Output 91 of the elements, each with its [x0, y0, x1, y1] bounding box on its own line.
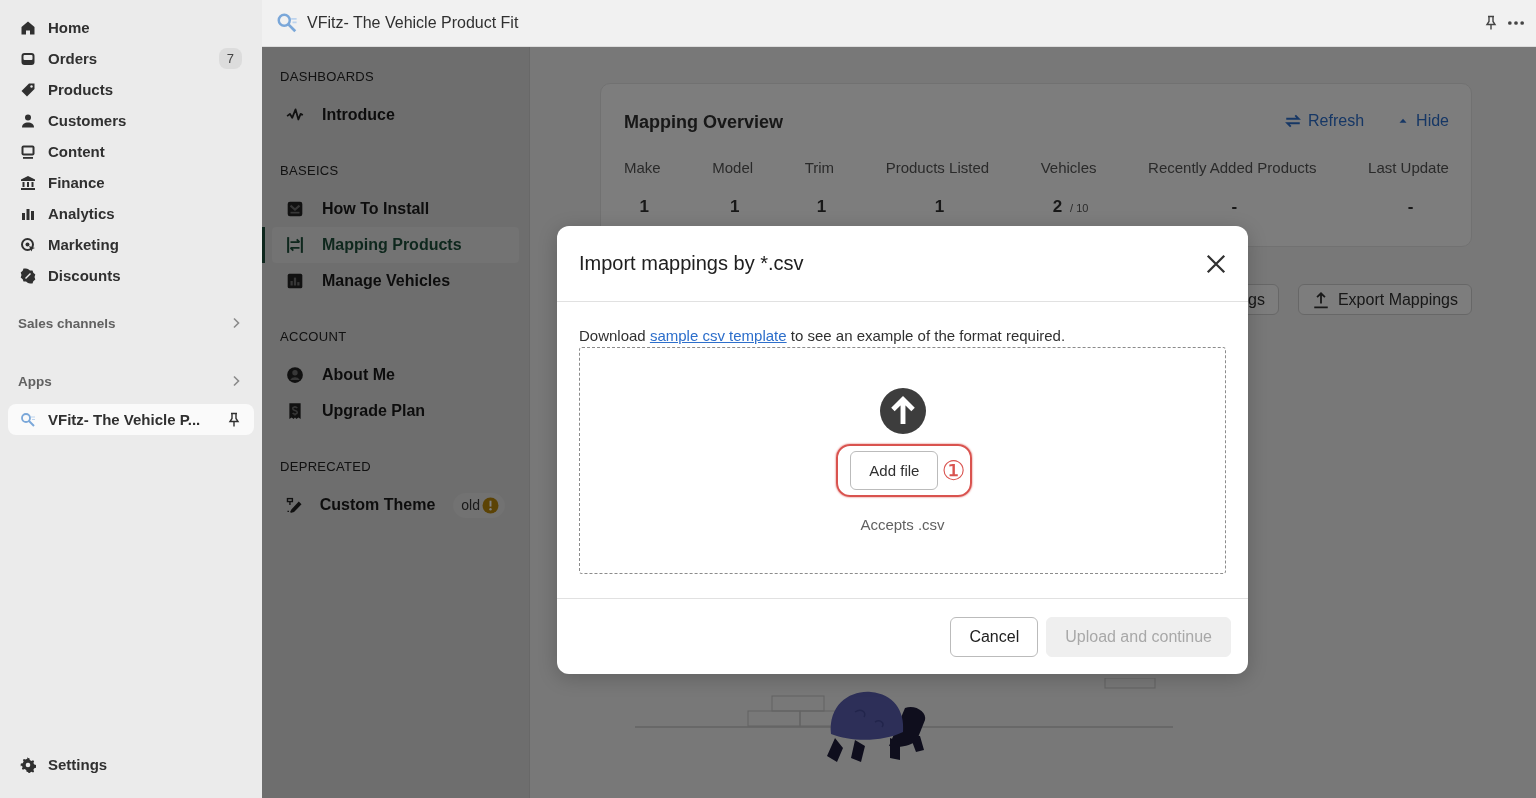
stat-value: 1	[816, 197, 827, 217]
sidebar-item-label: Home	[48, 19, 91, 36]
app-nav-item[interactable]: Custom Theme old	[272, 487, 519, 523]
stat-label: Model	[712, 159, 754, 176]
tray-icon	[20, 50, 36, 67]
stat-label: Products Listed	[885, 159, 990, 176]
sidebar-item[interactable]: Analytics	[8, 198, 254, 229]
stat-value: 1	[639, 197, 650, 217]
app-nav-item[interactable]: About Me	[272, 357, 519, 393]
app-nav-label: Manage Vehicles	[322, 272, 451, 290]
sidebar-item[interactable]: Home	[8, 12, 254, 43]
bank-icon	[20, 174, 36, 191]
tag-icon	[20, 81, 36, 98]
app-nav-item[interactable]: How To Install	[272, 191, 519, 227]
app-nav-label: Introduce	[322, 106, 395, 124]
app-magnifier-icon	[276, 12, 298, 34]
app-nav-item[interactable]: Manage Vehicles	[272, 263, 519, 299]
app-nav-label: Custom Theme	[319, 496, 436, 514]
step-number: ①	[941, 457, 966, 484]
stat-value: 1	[934, 197, 945, 217]
sidebar-item-label: Finance	[48, 174, 106, 191]
stat-label: Make	[624, 159, 661, 176]
inbox-icon	[286, 200, 304, 218]
nav-section-heading: DEPRECATED	[279, 459, 372, 476]
more-icon[interactable]	[1508, 21, 1524, 25]
stat-value: -	[1231, 197, 1238, 217]
add-file-button[interactable]: Add file	[850, 451, 939, 490]
settings-label: Settings	[48, 756, 109, 773]
sidebar-item-label: Customers	[48, 112, 128, 129]
section-heading[interactable]: Apps	[18, 373, 52, 389]
stat-label: Trim	[804, 159, 835, 176]
app-title: VFitz- The Vehicle Product Fit	[307, 14, 520, 32]
app-nav-label: Mapping Products	[322, 236, 462, 254]
instructions-text: Download sample csv template to see an example of the format required.	[579, 327, 1067, 344]
app-name: VFitz- The Vehicle P...	[48, 411, 202, 428]
app-nav-item[interactable]: Introduce	[272, 97, 519, 133]
chart-box-icon	[286, 272, 304, 290]
section-heading[interactable]: Sales channels	[18, 315, 116, 331]
sidebar-item-label: Content	[48, 143, 106, 160]
nav-section-heading: DASHBOARDS	[279, 69, 376, 86]
warning-dot-icon	[482, 496, 499, 514]
sidebar-item[interactable]: Orders 7	[8, 43, 254, 74]
app-nav-label: How To Install	[322, 200, 430, 218]
home-icon	[20, 19, 36, 36]
gear-icon	[20, 756, 36, 773]
stat-label: Recently Added Products	[1148, 159, 1317, 176]
sidebar-item-label: Analytics	[48, 205, 116, 222]
toolbar-button[interactable]: Export Mappings	[1297, 284, 1472, 315]
sidebar-item[interactable]: Finance	[8, 167, 254, 198]
app-nav-label: About Me	[322, 366, 395, 384]
swap-arrows-icon	[286, 236, 304, 254]
settings-item[interactable]: Settings	[8, 749, 254, 780]
stat-limit: / 10	[1070, 202, 1089, 214]
sidebar-item[interactable]: Discounts	[8, 260, 254, 291]
drop-zone[interactable]: Add file ① Accepts .csv	[579, 347, 1226, 574]
person-icon	[20, 112, 36, 129]
sidebar-item-label: Discounts	[48, 267, 122, 284]
stat-value: 2	[1052, 197, 1063, 217]
stat-label: Last Update	[1368, 159, 1449, 176]
sidebar-item[interactable]: Marketing	[8, 229, 254, 260]
sidebar-item-label: Orders	[48, 50, 99, 67]
nav-section-heading: BASEICS	[279, 163, 340, 180]
sidebar-item[interactable]: Content	[8, 136, 254, 167]
stat-label: Vehicles	[1040, 159, 1097, 176]
count-badge: 7	[218, 48, 242, 69]
sidebar-item-label: Products	[48, 81, 114, 98]
app-nav-label: Upgrade Plan	[322, 402, 426, 420]
receipt-dollar-icon	[286, 402, 304, 420]
palette-pencil-icon	[286, 496, 302, 514]
stat-value: -	[1407, 197, 1414, 217]
monitor-icon	[20, 143, 36, 160]
app-nav-item[interactable]: Upgrade Plan	[272, 393, 519, 429]
accepted-types-hint: Accepts .csv	[860, 516, 945, 533]
discount-badge-icon	[20, 267, 36, 284]
dialog-title: Import mappings by *.csv	[579, 252, 805, 275]
sidebar-item[interactable]: Products	[8, 74, 254, 105]
sidebar-item[interactable]: Customers	[8, 105, 254, 136]
stat-value: 1	[729, 197, 740, 217]
badge-label: old	[461, 497, 480, 513]
pin-icon	[226, 411, 242, 428]
pinned-app-item[interactable]: VFitz- The Vehicle P...	[8, 404, 254, 435]
pin-icon	[1483, 15, 1499, 31]
template-link[interactable]: sample csv template	[649, 327, 787, 344]
sidebar-item-label: Marketing	[48, 236, 120, 253]
cancel-button[interactable]: Cancel	[950, 616, 1039, 657]
target-cursor-icon	[20, 236, 36, 253]
account-circle-icon	[286, 366, 304, 384]
nav-section-heading: ACCOUNT	[279, 329, 348, 346]
magnifier-icon	[20, 411, 36, 428]
card-title: Mapping Overview	[624, 112, 785, 133]
upload-icon	[1311, 290, 1330, 309]
